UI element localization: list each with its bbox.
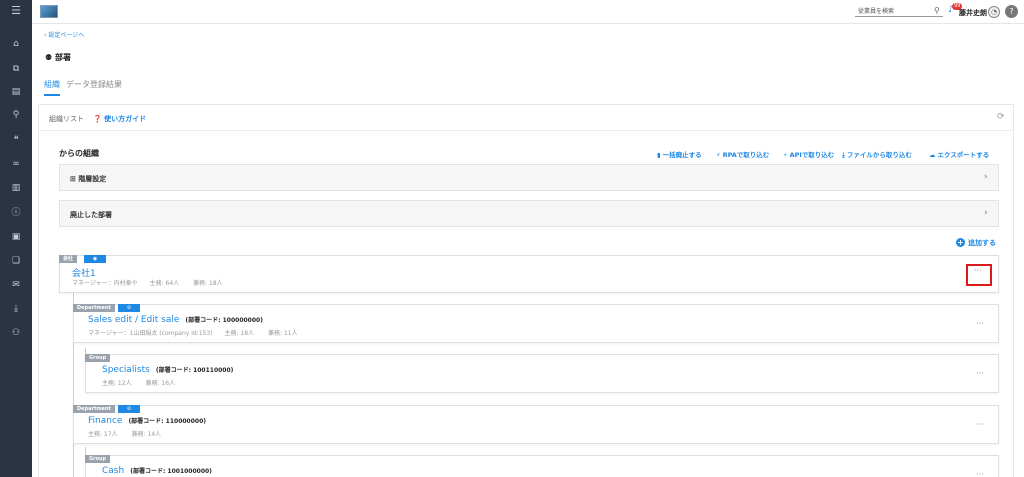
- plug-icon: ⚡: [716, 151, 721, 159]
- download-icon[interactable]: ⤓: [9, 302, 23, 316]
- import-api-label: APIで取り込む: [789, 151, 835, 159]
- chevron-right-icon: ›: [984, 208, 988, 218]
- group-name-row: Specialists (部署コード: 100110000): [102, 365, 233, 375]
- user-settings-icon[interactable]: ⚇: [9, 326, 23, 340]
- employee-search-input[interactable]: 従業員を検索: [855, 7, 943, 17]
- department-meta: マネージャー：1山田絹太 (company id:153) 主務: 18人 兼務…: [88, 330, 298, 337]
- page-title: ⚉ 部署: [45, 52, 71, 63]
- bulk-abolish-label: 一括廃止する: [662, 151, 702, 159]
- import-api-button[interactable]: ⚡ APIで取り込む: [783, 149, 834, 159]
- group-name[interactable]: Specialists: [102, 365, 150, 375]
- import-rpa-button[interactable]: ⚡ RPAで取り込む: [716, 149, 769, 159]
- group-name-row: Cash (部署コード: 1001000000): [102, 466, 212, 476]
- visibility-eye-icon[interactable]: ◉: [84, 255, 106, 263]
- group-meta: 主務: 12人 兼務: 16人: [102, 380, 176, 387]
- question-icon: ❓: [93, 115, 102, 123]
- org-type-tag: 会社: [59, 255, 78, 263]
- panel-title: 組織リスト: [49, 115, 84, 123]
- tab-data-import-results[interactable]: データ登録結果: [66, 79, 122, 90]
- export-button[interactable]: ☁ エクスポートする: [929, 149, 989, 159]
- group-card[interactable]: Group Specialists (部署コード: 100110000) 主務: …: [85, 354, 999, 393]
- section-title: からの組織: [59, 149, 99, 158]
- help-icon[interactable]: ?: [1005, 5, 1018, 18]
- link-icon[interactable]: ∞: [9, 157, 23, 171]
- more-options-icon[interactable]: ···: [976, 420, 984, 429]
- abolished-departments-label: 廃止した部署: [70, 211, 112, 219]
- more-options-icon[interactable]: ···: [976, 369, 984, 378]
- import-file-label: ファイルから取り込む: [846, 151, 912, 159]
- group-code: (部署コード: 100110000): [155, 367, 234, 374]
- company-meta: マネージャー：内村泰や 主務: 64人 兼務: 18人: [72, 280, 223, 287]
- department-card[interactable]: Department ⊘ Sales edit / Edit sale (部署コー…: [73, 304, 999, 343]
- group-name[interactable]: Cash: [102, 466, 124, 476]
- department-name[interactable]: Sales edit / Edit sale: [88, 315, 179, 325]
- tab-organization[interactable]: 組織: [44, 79, 60, 96]
- book-icon[interactable]: ❏: [9, 254, 23, 268]
- back-link-label: 設定ページへ: [48, 32, 85, 39]
- download-icon: ⤓: [842, 151, 845, 159]
- visibility-eye-icon[interactable]: ⊘: [118, 405, 140, 413]
- usage-guide-link[interactable]: ❓ 使い方ガイド: [93, 114, 146, 124]
- hierarchy-settings-text: 階層設定: [78, 175, 107, 183]
- add-button[interactable]: + 追加する: [956, 238, 996, 248]
- org-type-tag: Group: [85, 455, 111, 463]
- user-name[interactable]: 藤井史朗: [959, 8, 987, 18]
- add-label: 追加する: [968, 239, 996, 247]
- highlight-box: [966, 264, 992, 286]
- org-type-tag: Department: [73, 405, 115, 413]
- org-type-tag: Group: [85, 354, 111, 362]
- more-options-icon[interactable]: ···: [976, 319, 984, 328]
- hierarchy-settings-label: ⊞ 階層設定: [70, 174, 106, 184]
- top-bar: 従業員を検索 ⚲ ♪ 99 藤井史朗 ◔ ?: [32, 0, 1024, 24]
- bar-chart-icon[interactable]: ▥: [9, 181, 23, 195]
- refresh-icon[interactable]: ⟳: [997, 112, 1005, 122]
- hierarchy-icon: ⊞: [70, 175, 76, 183]
- search-icon[interactable]: ⚲: [9, 108, 23, 122]
- group-card[interactable]: Group Cash (部署コード: 1001000000) ···: [85, 455, 999, 477]
- department-name-row: Finance (部署コード: 110000000): [88, 416, 206, 426]
- panel-header: 組織リスト ❓ 使い方ガイド ⟳: [39, 105, 1015, 131]
- back-to-settings-link[interactable]: ‹ 設定ページへ: [44, 30, 84, 39]
- more-options-icon[interactable]: ···: [976, 470, 984, 477]
- avatar[interactable]: ◔: [988, 6, 1000, 18]
- department-name-row: Sales edit / Edit sale (部署コード: 100000000): [88, 315, 263, 325]
- department-name[interactable]: Finance: [88, 416, 122, 426]
- department-meta: 主務: 17人 兼務: 14人: [88, 431, 162, 438]
- document-icon[interactable]: ▤: [9, 85, 23, 99]
- hierarchy-settings-collapse[interactable]: ⊞ 階層設定 ›: [59, 164, 999, 191]
- department-code: (部署コード: 100000000): [185, 317, 263, 324]
- org-chart-icon[interactable]: ⧉: [9, 62, 23, 76]
- department-code: (部署コード: 110000000): [128, 418, 206, 425]
- department-icon: ⚉: [45, 53, 53, 62]
- plus-icon: +: [956, 238, 965, 247]
- bulk-abolish-button[interactable]: ▮ 一括廃止する: [657, 149, 702, 159]
- left-sidebar: ☰ ⌂ ⧉ ▤ ⚲ ❝ ∞ ▥ ⓘ ▣ ❏ ✉ ⤓ ⚇: [0, 0, 32, 477]
- chevron-right-icon: ›: [984, 172, 988, 182]
- trash-icon: ▮: [657, 151, 661, 159]
- usage-guide-label: 使い方ガイド: [104, 115, 147, 123]
- chat-icon[interactable]: ❝: [9, 133, 23, 147]
- import-file-button[interactable]: ⤓ ファイルから取り込む: [842, 149, 912, 160]
- cloud-download-icon: ☁: [929, 151, 936, 159]
- info-icon[interactable]: ⓘ: [9, 206, 23, 220]
- org-list-panel: 組織リスト ❓ 使い方ガイド ⟳ からの組織 ▮ 一括廃止する ⚡ RPAで取り込む…: [38, 104, 1015, 477]
- visibility-eye-icon[interactable]: ⊘: [118, 304, 140, 312]
- org-type-tag: Department: [73, 304, 115, 312]
- company-card[interactable]: 会社 ◉ 会社1 マネージャー：内村泰や 主務: 64人 兼務: 18人 ···: [59, 255, 999, 293]
- home-icon[interactable]: ⌂: [9, 37, 23, 51]
- search-icon[interactable]: ⚲: [934, 6, 940, 15]
- mail-icon[interactable]: ✉: [9, 278, 23, 292]
- department-card[interactable]: Department ⊘ Finance (部署コード: 110000000) 主…: [73, 405, 999, 444]
- page-title-text: 部署: [54, 53, 71, 62]
- hamburger-menu-icon[interactable]: ☰: [9, 4, 23, 18]
- abolished-departments-collapse[interactable]: 廃止した部署 ›: [59, 200, 999, 227]
- import-rpa-label: RPAで取り込む: [722, 151, 770, 159]
- plug-icon: ⚡: [783, 151, 788, 159]
- id-card-icon[interactable]: ▣: [9, 230, 23, 244]
- group-code: (部署コード: 1001000000): [130, 468, 212, 475]
- export-label: エクスポートする: [937, 151, 990, 159]
- company-logo[interactable]: [40, 5, 58, 18]
